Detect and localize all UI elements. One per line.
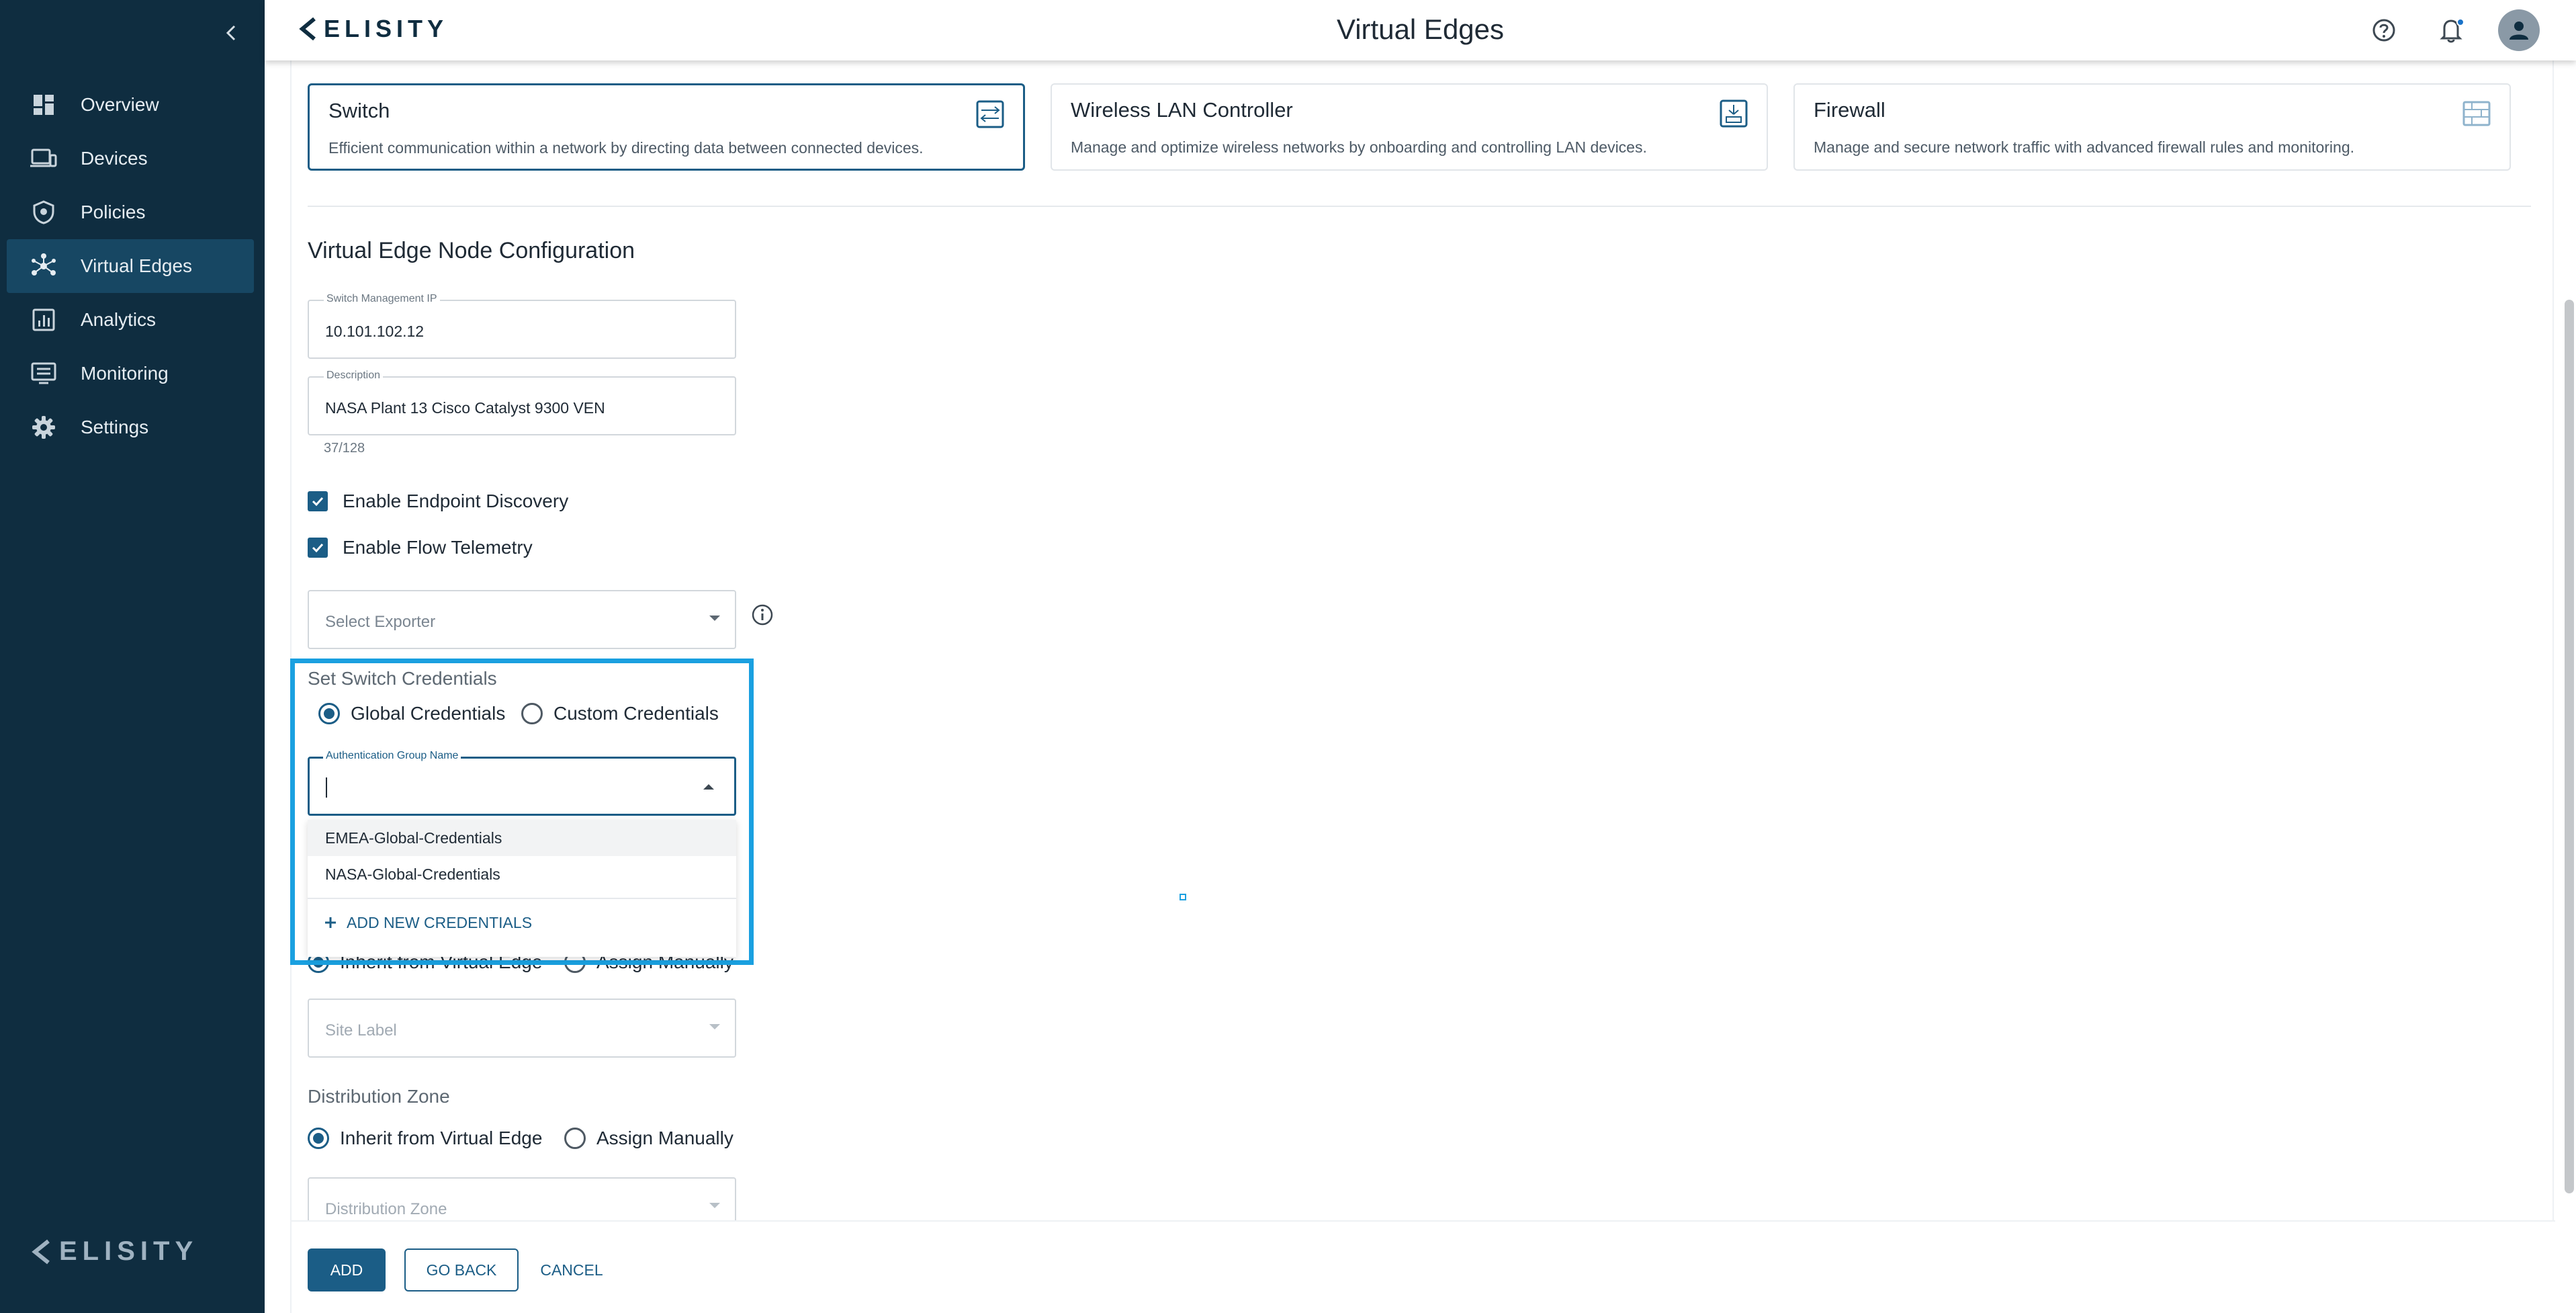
sidebar-item-label: Analytics — [81, 309, 157, 330]
scrollbar-thumb[interactable] — [2565, 300, 2574, 1193]
field-value: NASA Plant 13 Cisco Catalyst 9300 VEN — [325, 399, 605, 417]
sidebar-item-label: Virtual Edges — [81, 255, 193, 276]
field-label: Authentication Group Name — [323, 750, 461, 762]
gear-icon — [27, 411, 60, 444]
analytics-icon — [27, 303, 60, 337]
focus-marker — [1180, 894, 1186, 900]
elisity-logo-icon — [32, 1239, 50, 1264]
notifications-button[interactable] — [2431, 10, 2471, 50]
form-footer: ADD GO BACK CANCEL — [292, 1220, 2555, 1313]
add-button[interactable]: ADD — [308, 1248, 386, 1291]
field-value: 10.101.102.12 — [325, 323, 425, 340]
help-icon — [2372, 19, 2395, 42]
card-switch[interactable]: Switch Efficient communication within a … — [308, 83, 1025, 171]
sidebar-item-monitoring[interactable]: Monitoring — [7, 347, 254, 400]
monitor-icon — [27, 357, 60, 390]
switch-icon — [976, 100, 1004, 128]
caret-down-icon — [709, 1024, 720, 1029]
add-new-credentials-label: ADD NEW CREDENTIALS — [347, 913, 533, 931]
radio-zone-manual[interactable]: Assign Manually — [564, 1128, 734, 1149]
header-actions — [2364, 9, 2540, 51]
add-new-credentials-button[interactable]: ADD NEW CREDENTIALS — [308, 899, 736, 946]
sidebar: Overview Devices Policies Virtual Edges … — [0, 0, 265, 1313]
card-firewall[interactable]: Firewall Manage and secure network traff… — [1793, 83, 2511, 171]
chevron-left-icon — [226, 25, 236, 41]
field-placeholder: Distribution Zone — [325, 1200, 447, 1218]
radio-label: Assign Manually — [596, 1128, 734, 1148]
info-icon[interactable] — [751, 603, 774, 626]
switch-management-ip-field[interactable]: Switch Management IP 10.101.102.12 — [308, 293, 736, 359]
credentials-dropdown-menu: EMEA-Global-Credentials NASA-Global-Cred… — [308, 820, 736, 957]
card-title: Firewall — [1814, 98, 1885, 122]
card-wireless-lan-controller[interactable]: Wireless LAN Controller Manage and optim… — [1051, 83, 1768, 171]
select-exporter-dropdown[interactable]: Select Exporter — [308, 590, 736, 649]
checkbox-label: Enable Endpoint Discovery — [343, 491, 569, 511]
distribution-zone-label: Distribution Zone — [308, 1086, 450, 1107]
caret-down-icon — [709, 1203, 720, 1208]
enable-endpoint-discovery-checkbox[interactable]: Enable Endpoint Discovery — [308, 491, 568, 512]
checkbox-checked-icon — [308, 538, 328, 558]
sidebar-item-policies[interactable]: Policies — [7, 185, 254, 239]
sidebar-logo-text: ELISITY — [59, 1236, 199, 1266]
avatar[interactable] — [2498, 9, 2540, 51]
dropdown-option[interactable]: NASA-Global-Credentials — [308, 856, 736, 892]
wlc-icon — [1720, 99, 1748, 128]
top-header: ELISITY Virtual Edges — [265, 0, 2576, 60]
caret-down-icon — [709, 616, 720, 621]
card-description: Efficient communication within a network… — [328, 139, 924, 157]
sidebar-item-virtual-edges[interactable]: Virtual Edges — [7, 239, 254, 293]
description-field[interactable]: Description NASA Plant 13 Cisco Catalyst… — [308, 370, 736, 435]
sidebar-item-overview[interactable]: Overview — [7, 78, 254, 132]
field-label: Switch Management IP — [324, 293, 440, 305]
help-button[interactable] — [2364, 10, 2404, 50]
radio-unselected-icon — [564, 1128, 586, 1149]
radio-zone-inherit[interactable]: Inherit from Virtual Edge — [308, 1128, 542, 1149]
notification-dot — [2456, 18, 2464, 26]
sidebar-item-label: Devices — [81, 148, 148, 169]
collapse-sidebar-button[interactable] — [218, 20, 244, 46]
field-label: Description — [324, 370, 384, 382]
network-icon — [27, 249, 60, 283]
sidebar-item-label: Monitoring — [81, 363, 169, 384]
text-cursor — [326, 777, 327, 798]
user-avatar-icon — [2510, 22, 2528, 40]
authentication-group-name-input[interactable]: Authentication Group Name — [308, 750, 736, 816]
sidebar-item-devices[interactable]: Devices — [7, 132, 254, 185]
page-title: Virtual Edges — [1336, 13, 1505, 45]
section-divider — [308, 206, 2531, 207]
section-title: Virtual Edge Node Configuration — [308, 238, 635, 263]
dashboard-icon — [27, 88, 60, 122]
sidebar-item-label: Settings — [81, 417, 149, 437]
checkbox-checked-icon — [308, 491, 328, 511]
enable-flow-telemetry-checkbox[interactable]: Enable Flow Telemetry — [308, 537, 533, 558]
checkbox-label: Enable Flow Telemetry — [343, 537, 533, 558]
card-description: Manage and optimize wireless networks by… — [1071, 138, 1647, 156]
plus-icon — [325, 917, 336, 928]
card-title: Switch — [328, 99, 390, 122]
go-back-button[interactable]: GO BACK — [404, 1248, 519, 1291]
main-content: Switch Efficient communication within a … — [290, 60, 2555, 1313]
devices-icon — [27, 142, 60, 175]
sidebar-logo: ELISITY — [31, 1236, 198, 1267]
site-label-dropdown[interactable]: Site Label — [308, 999, 736, 1058]
description-char-count: 37/128 — [324, 441, 365, 456]
caret-up-icon[interactable] — [703, 784, 714, 790]
card-description: Manage and secure network traffic with a… — [1814, 138, 2354, 156]
card-title: Wireless LAN Controller — [1071, 98, 1293, 122]
sidebar-item-settings[interactable]: Settings — [7, 400, 254, 454]
field-placeholder: Site Label — [325, 1021, 397, 1040]
cancel-button[interactable]: CANCEL — [535, 1248, 609, 1291]
sidebar-item-label: Policies — [81, 202, 146, 222]
sidebar-item-label: Overview — [81, 94, 159, 115]
dropdown-option[interactable]: EMEA-Global-Credentials — [308, 820, 736, 856]
sidebar-item-analytics[interactable]: Analytics — [7, 293, 254, 347]
firewall-icon — [2462, 101, 2491, 126]
radio-selected-icon — [308, 1128, 329, 1149]
radio-label: Inherit from Virtual Edge — [340, 1128, 543, 1148]
field-placeholder: Select Exporter — [325, 613, 436, 631]
shield-icon — [27, 196, 60, 229]
